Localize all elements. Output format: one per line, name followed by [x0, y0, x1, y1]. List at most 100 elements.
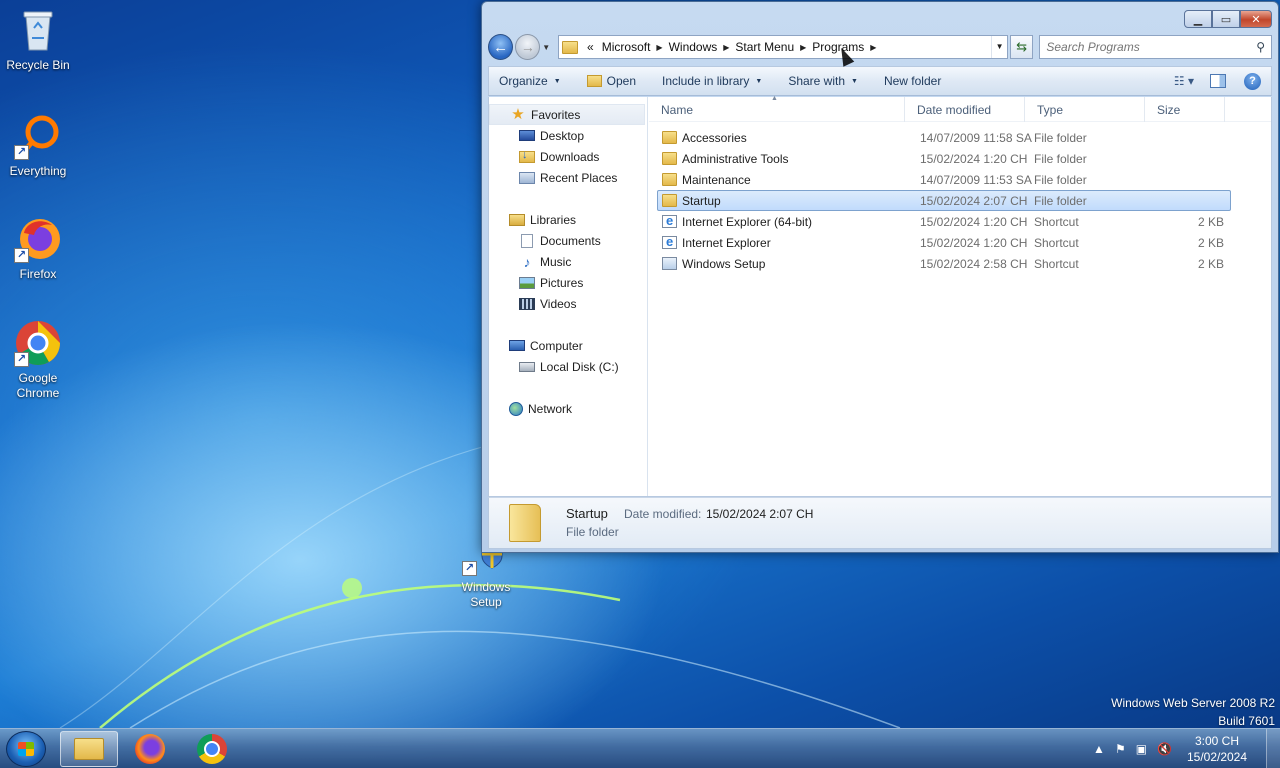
nav-network[interactable]: Network: [489, 398, 647, 419]
large-folder-icon: [509, 504, 541, 542]
nav-recent-places[interactable]: Recent Places: [489, 167, 647, 188]
file-name: Startup: [682, 193, 721, 208]
navigation-pane: ★ Favorites Desktop Downloads Recent Plac…: [489, 97, 648, 496]
file-list: Accessories 14/07/2009 11:58 SA File folde…: [649, 122, 1271, 274]
preview-pane-icon[interactable]: [1210, 74, 1226, 88]
nav-label: Computer: [530, 338, 583, 353]
back-button[interactable]: ←: [488, 34, 514, 60]
search-icon[interactable]: ⚲: [1256, 40, 1265, 54]
downloads-icon: [519, 149, 535, 163]
folder-icon: [662, 173, 677, 186]
start-button[interactable]: [6, 731, 46, 767]
column-header-date-modified[interactable]: Date modified: [905, 97, 1025, 122]
network-tray-icon[interactable]: ▣: [1136, 742, 1147, 756]
recent-places-icon: [519, 171, 535, 184]
nav-computer[interactable]: Computer: [489, 335, 647, 356]
file-row[interactable]: Administrative Tools 15/02/2024 1:20 CH Fi…: [657, 148, 1231, 169]
nav-label: Documents: [540, 233, 601, 248]
explorer-window[interactable]: ▁ ▭ ✕ ← → ▼ « Microsoft ▶ Windows ▶ Star…: [481, 1, 1279, 553]
clock[interactable]: 3:00 CH 15/02/2024: [1182, 733, 1252, 765]
taskbar-explorer[interactable]: [60, 731, 118, 767]
details-date-label: Date modified:: [624, 507, 702, 521]
libraries-icon: [509, 213, 525, 226]
file-type: File folder: [1034, 193, 1087, 208]
desktop-icon-firefox[interactable]: ↗ Firefox: [0, 215, 76, 282]
nav-downloads[interactable]: Downloads: [489, 146, 647, 167]
minimize-button[interactable]: ▁: [1184, 10, 1212, 28]
breadcrumb-windows[interactable]: Windows: [665, 40, 722, 54]
folder-icon: [662, 194, 677, 207]
new-folder-button[interactable]: New folder: [884, 74, 941, 88]
volume-muted-icon[interactable]: 🔇: [1157, 742, 1172, 756]
taskbar-firefox[interactable]: [121, 731, 179, 767]
show-hidden-icons-icon[interactable]: ▲: [1093, 742, 1105, 756]
file-type: File folder: [1034, 172, 1087, 187]
search-box[interactable]: ⚲: [1039, 35, 1272, 59]
desktop-icon: [519, 130, 535, 141]
include-in-library-button[interactable]: Include in library ▼: [662, 74, 762, 88]
share-label: Share with: [788, 74, 846, 88]
nav-desktop[interactable]: Desktop: [489, 125, 647, 146]
recycle-bin-icon: [14, 6, 62, 54]
maximize-button[interactable]: ▭: [1212, 10, 1240, 28]
file-size: 2 KB: [1197, 235, 1224, 250]
breadcrumb-microsoft[interactable]: Microsoft: [598, 40, 655, 54]
breadcrumb-overflow[interactable]: «: [583, 40, 598, 54]
desktop-icon-label: Windows Setup: [461, 580, 511, 609]
caption-buttons: ▁ ▭ ✕: [1184, 10, 1272, 28]
file-row[interactable]: Internet Explorer (64-bit) 15/02/2024 1:2…: [657, 211, 1231, 232]
nav-videos[interactable]: Videos: [489, 293, 647, 314]
nav-libraries[interactable]: Libraries: [489, 209, 647, 230]
internet-explorer-icon: [662, 213, 677, 228]
search-input[interactable]: [1046, 40, 1257, 54]
desktop-icon-google-chrome[interactable]: ↗ Google Chrome: [0, 319, 76, 401]
file-row[interactable]: Startup 15/02/2024 2:07 CH File folder: [657, 190, 1231, 211]
desktop-icon-recycle-bin[interactable]: Recycle Bin: [0, 6, 76, 73]
show-desktop-button[interactable]: [1266, 729, 1280, 768]
nav-documents[interactable]: Documents: [489, 230, 647, 251]
taskbar-chrome[interactable]: [183, 731, 241, 767]
breadcrumb-separator-icon[interactable]: ▶: [798, 43, 808, 52]
column-header-size[interactable]: Size: [1145, 97, 1225, 122]
chrome-icon: ↗: [14, 319, 62, 367]
file-row[interactable]: Windows Setup 15/02/2024 2:58 CH Shortcut 2…: [657, 253, 1231, 274]
everything-icon: ↗: [14, 112, 62, 160]
file-row[interactable]: Maintenance 14/07/2009 11:53 SA File folde…: [657, 169, 1231, 190]
network-icon: [509, 401, 523, 416]
recent-pages-dropdown[interactable]: ▼: [540, 43, 552, 52]
file-date-modified: 15/02/2024 1:20 CH: [920, 235, 1028, 250]
organize-button[interactable]: Organize ▼: [499, 74, 561, 88]
clock-time: 3:00 CH: [1194, 734, 1240, 748]
nav-favorites[interactable]: ★ Favorites: [489, 104, 645, 125]
share-with-button[interactable]: Share with ▼: [788, 74, 858, 88]
help-icon[interactable]: ?: [1244, 72, 1261, 90]
column-header-type[interactable]: Type: [1025, 97, 1145, 122]
nav-pictures[interactable]: Pictures: [489, 272, 647, 293]
address-dropdown-icon[interactable]: ▼: [991, 36, 1007, 58]
desktop-icon-everything[interactable]: ↗ Everything: [0, 112, 76, 179]
change-view-icon[interactable]: ☷ ▾: [1174, 74, 1194, 88]
close-button[interactable]: ✕: [1240, 10, 1272, 28]
file-name: Accessories: [682, 130, 747, 145]
breadcrumb-separator-icon[interactable]: ▶: [868, 43, 878, 52]
action-center-flag-icon[interactable]: ⚑: [1115, 742, 1126, 756]
refresh-button[interactable]: ⇆: [1010, 35, 1034, 59]
watermark-line-1: Windows Web Server 2008 R2: [1111, 696, 1275, 710]
os-watermark: Windows Web Server 2008 R2 Build 7601: [1111, 694, 1275, 730]
forward-button[interactable]: →: [515, 34, 541, 60]
nav-local-disk[interactable]: Local Disk (C:): [489, 356, 647, 377]
explorer-icon: [74, 738, 104, 760]
file-row[interactable]: Accessories 14/07/2009 11:58 SA File folde…: [657, 127, 1231, 148]
clock-date: 15/02/2024: [1186, 750, 1248, 764]
breadcrumb-separator-icon[interactable]: ▶: [721, 43, 731, 52]
file-row[interactable]: Internet Explorer 15/02/2024 1:20 CH Short…: [657, 232, 1231, 253]
nav-label: Libraries: [530, 212, 577, 227]
nav-music[interactable]: ♪ Music: [489, 251, 647, 272]
shortcut-arrow-icon: ↗: [14, 145, 29, 160]
file-name-cell: Accessories: [658, 131, 914, 145]
address-bar[interactable]: « Microsoft ▶ Windows ▶ Start Menu ▶ Pro…: [558, 35, 1009, 59]
open-button[interactable]: Open: [586, 74, 636, 88]
breadcrumb-start-menu[interactable]: Start Menu: [731, 40, 798, 54]
breadcrumb-separator-icon[interactable]: ▶: [654, 43, 664, 52]
